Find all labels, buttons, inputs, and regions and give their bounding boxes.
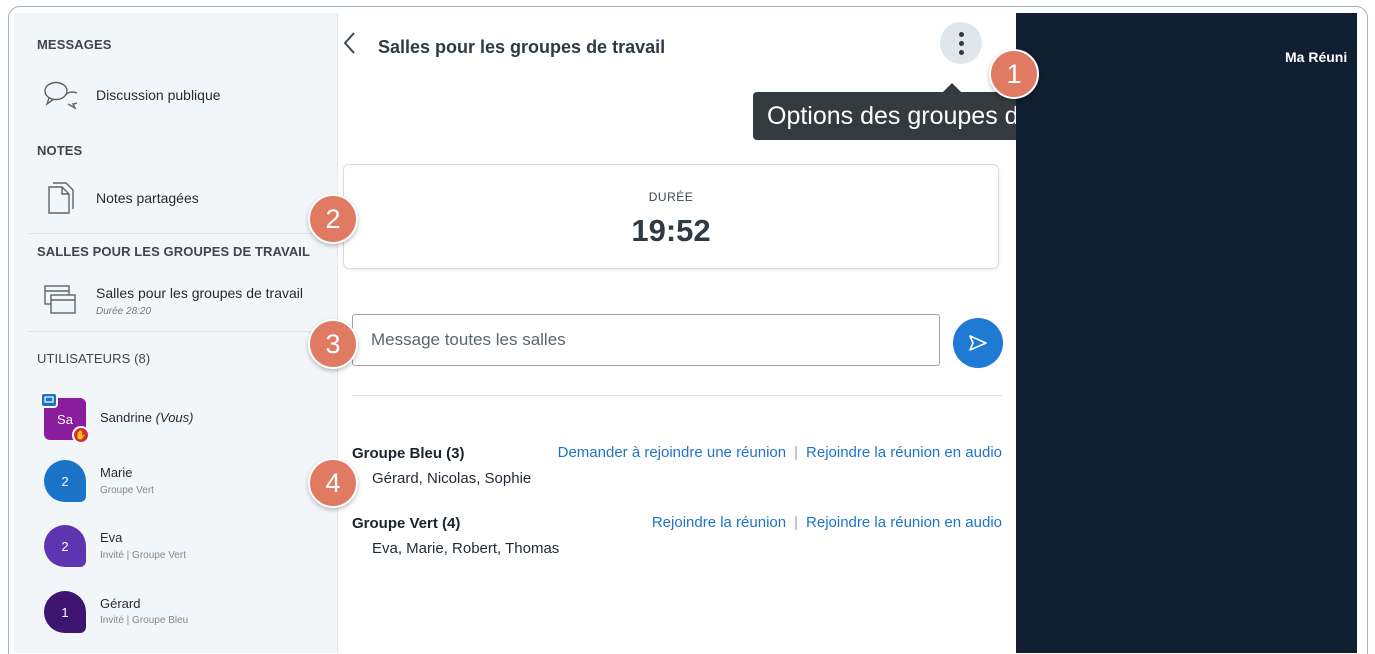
sidebar-item-label: Notes partagées <box>96 190 199 206</box>
users-section-title: UTILISATEURS (8) <box>37 351 151 366</box>
user-item-eva[interactable]: 2 Eva Invité | Groupe Vert <box>14 521 338 581</box>
avatar: 1 <box>44 591 86 633</box>
document-icon <box>42 180 78 216</box>
breakout-section-title: SALLES POUR LES GROUPES DE TRAVAIL <box>37 244 311 259</box>
user-meta: Invité | Groupe Vert <box>100 550 186 561</box>
request-join-link[interactable]: Demander à rejoindre une réunion <box>558 444 786 461</box>
group-actions: Demander à rejoindre une réunion | Rejoind… <box>557 444 1002 461</box>
breakout-duration-text: Durée 28:20 <box>96 306 152 317</box>
group-members: Gérard, Nicolas, Sophie <box>372 470 532 487</box>
callout-badge: 3 <box>308 319 358 369</box>
sidebar-item-label: Salles pour les groupes de travail <box>96 285 304 301</box>
divider <box>28 331 328 332</box>
sidebar: MESSAGES Discussion publique NOTES Notes… <box>14 13 338 653</box>
duration-card: DURÉE 19:52 <box>343 164 999 269</box>
avatar: 2 <box>44 460 86 502</box>
kebab-dot-icon <box>958 31 964 37</box>
sidebar-item-shared-notes[interactable]: Notes partagées <box>14 173 338 223</box>
presenter-icon <box>40 392 58 408</box>
back-chevron-icon[interactable] <box>342 31 356 61</box>
duration-value: 19:52 <box>631 213 711 248</box>
messages-section-title: MESSAGES <box>37 37 112 52</box>
user-name: Gérard <box>100 596 141 611</box>
divider <box>352 395 1002 396</box>
user-name: Eva <box>100 530 123 545</box>
raised-hand-icon: ✋ <box>72 426 90 444</box>
group-name: Groupe Vert (4) <box>352 515 461 532</box>
callout-badge: 1 <box>989 49 1039 99</box>
avatar: 2 <box>44 525 86 567</box>
user-item-gerard[interactable]: 1 Gérard Invité | Groupe Bleu <box>14 587 338 647</box>
user-name: Marie <box>100 465 133 480</box>
meeting-title: Ma Réuni <box>1285 49 1348 65</box>
join-audio-link[interactable]: Rejoindre la réunion en audio <box>806 444 1002 461</box>
callout-badge: 4 <box>308 458 358 508</box>
message-all-rooms-input[interactable]: Message toutes les salles <box>352 314 940 366</box>
kebab-dot-icon <box>958 40 964 46</box>
chat-bubbles-icon <box>42 77 78 113</box>
duration-label: DURÉE <box>648 190 694 204</box>
callout-badge: 2 <box>308 194 358 244</box>
join-meeting-link[interactable]: Rejoindre la réunion <box>652 514 786 531</box>
sidebar-item-public-chat[interactable]: Discussion publique <box>14 70 338 120</box>
user-meta: Groupe Vert <box>100 485 154 496</box>
breakout-panel: Salles pour les groupes de travail Optio… <box>338 13 1121 653</box>
send-button[interactable] <box>953 318 1003 368</box>
group-name: Groupe Bleu (3) <box>352 445 465 462</box>
notes-section-title: NOTES <box>37 143 83 158</box>
page-title: Salles pour les groupes de travail <box>378 37 666 57</box>
sidebar-item-label: Discussion publique <box>96 87 221 103</box>
divider <box>28 233 328 234</box>
user-item-marie[interactable]: 2 Marie Groupe Vert <box>14 456 338 516</box>
user-meta: Invité | Groupe Bleu <box>100 615 189 626</box>
join-audio-link[interactable]: Rejoindre la réunion en audio <box>806 514 1002 531</box>
meeting-panel: Ma Réuni <box>1016 13 1357 653</box>
user-item-sandrine[interactable]: Sa ✋ Sandrine (Vous) <box>14 392 338 456</box>
options-menu-button[interactable] <box>940 22 982 64</box>
kebab-dot-icon <box>958 49 964 55</box>
send-icon <box>969 335 987 351</box>
group-members: Eva, Marie, Robert, Thomas <box>372 540 560 557</box>
user-name: Sandrine (Vous) <box>100 410 194 425</box>
sidebar-item-breakout-rooms[interactable]: Salles pour les groupes de travail Durée… <box>14 275 338 325</box>
group-actions: Rejoindre la réunion | Rejoindre la réunio… <box>651 514 1002 531</box>
breakout-rooms-icon <box>42 282 78 318</box>
